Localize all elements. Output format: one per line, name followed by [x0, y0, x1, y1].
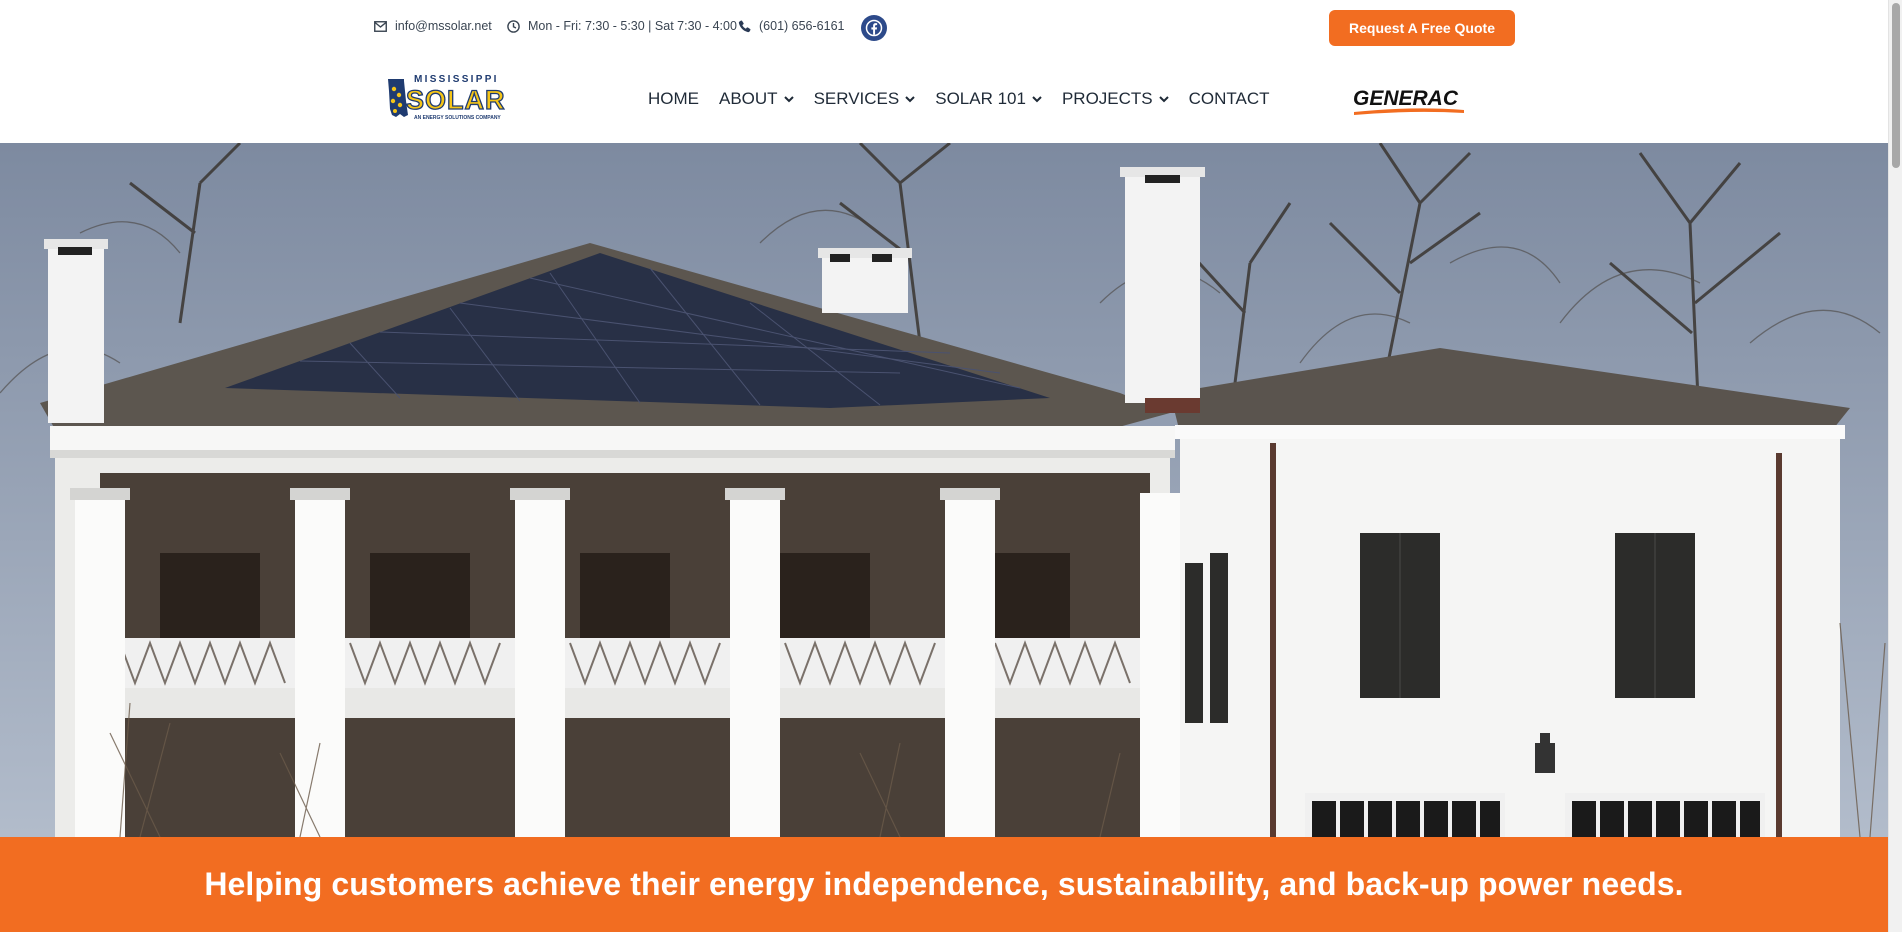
phone-link[interactable]: (601) 656-6161 [738, 19, 844, 33]
hours-text: Mon - Fri: 7:30 - 5:30 | Sat 7:30 - 4:00 [528, 19, 737, 33]
nav-about[interactable]: ABOUT [719, 89, 794, 109]
request-quote-button[interactable]: Request A Free Quote [1329, 10, 1515, 46]
hero-image [0, 143, 1888, 837]
page: info@mssolar.net Mon - Fri: 7:30 - 5:30 … [0, 0, 1902, 932]
chevron-down-icon [1032, 95, 1042, 102]
nav-solar-101[interactable]: SOLAR 101 [935, 89, 1042, 109]
svg-text:SOLAR: SOLAR [406, 85, 506, 115]
nav-about-label: ABOUT [719, 89, 778, 108]
nav-projects-label: PROJECTS [1061, 89, 1153, 108]
nav-services-label: SERVICES [813, 89, 900, 108]
facebook-icon [865, 19, 883, 37]
nav-services[interactable]: SERVICES [814, 89, 916, 109]
nav-contact-label: CONTACT [1188, 89, 1270, 108]
nav-home-label: HOME [648, 89, 699, 108]
chevron-down-icon [905, 95, 915, 102]
clock-icon [507, 19, 520, 33]
email-link[interactable]: info@mssolar.net [374, 19, 492, 33]
nav-solar-101-label: SOLAR 101 [935, 89, 1026, 108]
facebook-button[interactable] [861, 15, 887, 41]
generac-logo[interactable]: GENERAC [1352, 85, 1467, 117]
scrollbar-thumb[interactable] [1892, 3, 1900, 168]
page-scrollbar[interactable] [1888, 0, 1902, 932]
mississippi-solar-logo[interactable]: MISSISSIPPI SOLAR AN ENERGY SOLUTIONS CO… [382, 71, 524, 127]
chevron-down-icon [1158, 95, 1169, 102]
main-header: MISSISSIPPI SOLAR AN ENERGY SOLUTIONS CO… [0, 55, 1888, 143]
nav-projects[interactable]: PROJECTS [1062, 89, 1169, 109]
main-nav: HOME ABOUT SERVICES SOLAR 101 PROJECTS C… [648, 89, 1290, 109]
nav-contact[interactable]: CONTACT [1189, 89, 1270, 109]
phone-icon [738, 20, 751, 32]
email-text: info@mssolar.net [395, 19, 492, 33]
business-hours: Mon - Fri: 7:30 - 5:30 | Sat 7:30 - 4:00 [507, 19, 737, 33]
tagline-banner: Helping customers achieve their energy i… [0, 837, 1888, 932]
phone-text: (601) 656-6161 [759, 19, 845, 33]
svg-text:GENERAC: GENERAC [1353, 87, 1459, 110]
top-contact-bar: info@mssolar.net Mon - Fri: 7:30 - 5:30 … [0, 0, 1888, 55]
svg-text:AN ENERGY SOLUTIONS COMPANY: AN ENERGY SOLUTIONS COMPANY [414, 115, 501, 121]
chevron-down-icon [783, 95, 794, 102]
nav-home[interactable]: HOME [648, 89, 699, 109]
svg-text:MISSISSIPPI: MISSISSIPPI [414, 74, 499, 85]
tagline-heading: Helping customers achieve their energy i… [204, 866, 1684, 902]
envelope-icon [374, 20, 387, 32]
